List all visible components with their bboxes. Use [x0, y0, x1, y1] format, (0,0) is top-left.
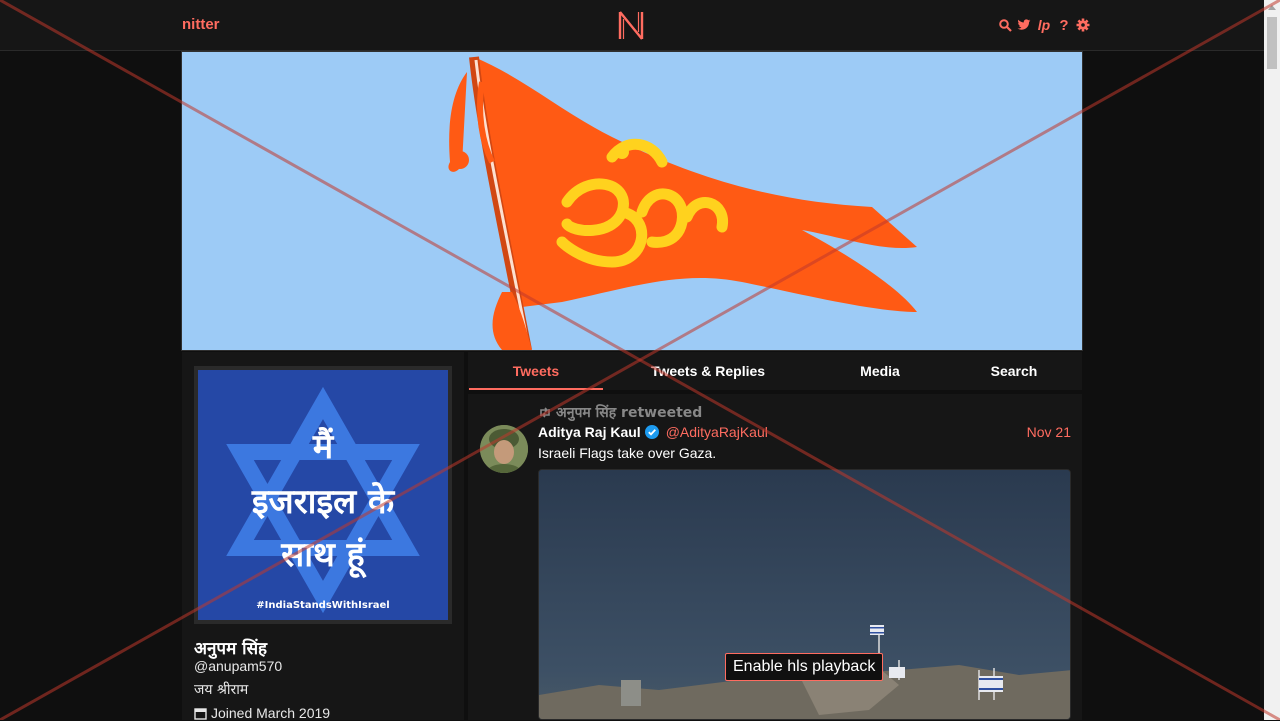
profile-bio: जय श्रीराम	[194, 682, 249, 698]
profile-name[interactable]: अनुपम सिंह	[194, 636, 267, 659]
top-navbar: nitter lp ?	[0, 0, 1264, 51]
avatar[interactable]: मैं इजराइल के साथ हूं #IndiaStandsWithIs…	[198, 370, 448, 620]
saffron-om-flag-image	[182, 52, 1082, 350]
nitter-home-link[interactable]: nitter	[182, 16, 220, 33]
tweet-author-avatar[interactable]	[480, 425, 528, 473]
enable-hls-playback-button[interactable]: Enable hls playback	[725, 653, 884, 681]
help-icon[interactable]: ?	[1057, 17, 1071, 34]
timeline-tabs: Tweets Tweets & Replies Media Search	[468, 352, 1082, 390]
nitter-logo-icon[interactable]	[617, 9, 645, 41]
retweet-icon	[540, 407, 550, 418]
retweet-label: अनुपम सिंह retweeted	[556, 405, 703, 421]
tweet-header: Aditya Raj Kaul @AdityaRajKaul	[538, 424, 768, 440]
scrollbar-thumb[interactable]	[1267, 17, 1277, 69]
avatar-text-line-2: इजराइल के	[251, 482, 395, 522]
gear-icon[interactable]	[1076, 17, 1090, 33]
avatar-text-line-3: साथ हूं	[281, 535, 365, 575]
active-tab-indicator	[469, 388, 603, 390]
tab-tweets-and-replies[interactable]: Tweets & Replies	[638, 363, 778, 379]
video-thumbnail	[539, 470, 1070, 719]
tab-tweets[interactable]: Tweets	[469, 363, 603, 379]
profile-banner[interactable]	[181, 51, 1083, 351]
tweet-author-handle[interactable]: @AdityaRajKaul	[666, 424, 768, 440]
profile-card: मैं इजराइल के साथ हूं #IndiaStandsWithIs…	[182, 352, 464, 721]
profile-joined: Joined March 2019	[194, 705, 330, 721]
calendar-icon	[194, 707, 207, 720]
scroll-up-arrow-icon[interactable]	[1268, 5, 1276, 10]
tab-search[interactable]: Search	[964, 363, 1064, 379]
profile-handle[interactable]: @anupam570	[194, 658, 282, 674]
nav-icon-group: lp ?	[998, 15, 1090, 35]
tab-media[interactable]: Media	[830, 363, 930, 379]
timeline: अनुपम सिंह retweeted Aditya Raj Kaul @Ad…	[468, 394, 1082, 720]
verified-badge-icon	[644, 425, 659, 439]
joined-date-text: Joined March 2019	[211, 705, 331, 721]
lp-icon[interactable]: lp	[1036, 17, 1052, 33]
retweet-header: अनुपम सिंह retweeted	[538, 403, 702, 422]
tweet-text: Israeli Flags take over Gaza.	[538, 445, 717, 461]
page-scrollbar[interactable]	[1264, 0, 1280, 720]
tweet-video[interactable]: Enable hls playback	[538, 469, 1071, 720]
search-icon[interactable]	[998, 17, 1012, 33]
tweet-date[interactable]: Nov 21	[1027, 424, 1071, 440]
twitter-icon[interactable]	[1017, 17, 1031, 33]
tweet-author-name[interactable]: Aditya Raj Kaul	[538, 424, 641, 440]
avatar-hashtag: #IndiaStandsWithIsrael	[256, 600, 390, 611]
profile-avatar-frame[interactable]: मैं इजराइल के साथ हूं #IndiaStandsWithIs…	[194, 366, 452, 624]
avatar-text-line-1: मैं	[312, 427, 334, 467]
